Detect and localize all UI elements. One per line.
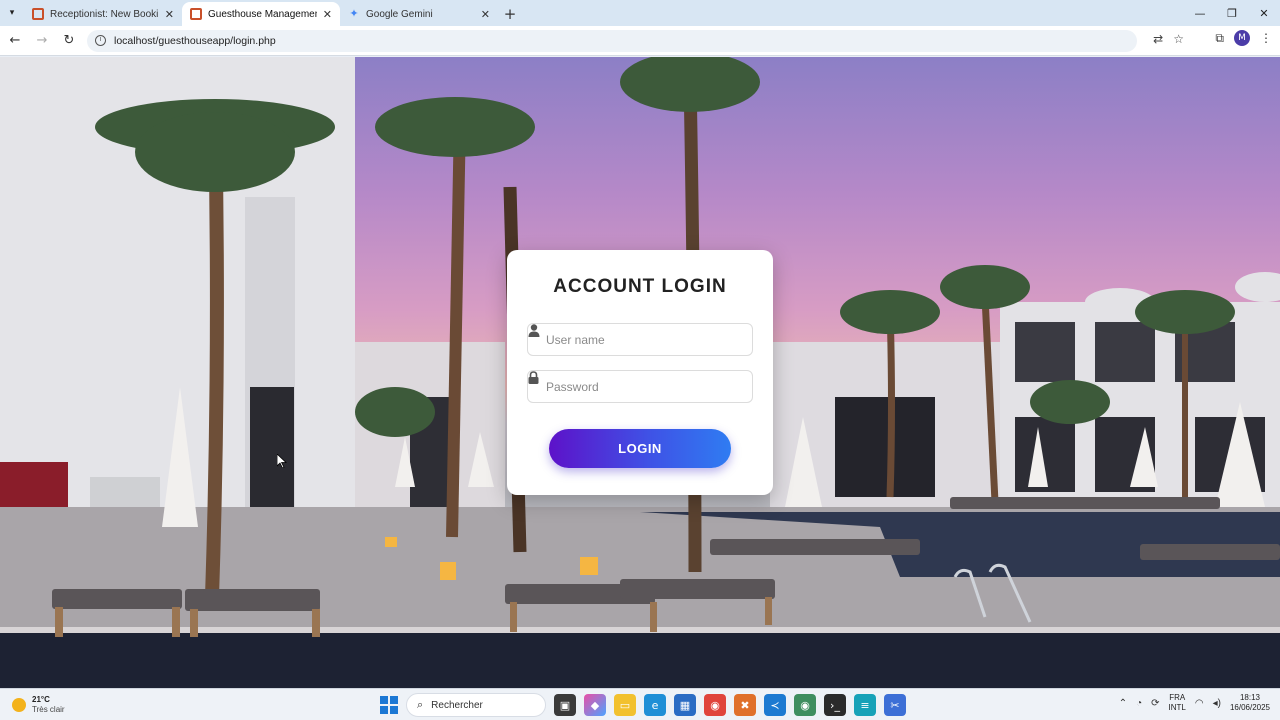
tab-title: Guesthouse Management - Login bbox=[208, 8, 317, 20]
weather-widget[interactable]: 21°C Très clair bbox=[12, 695, 65, 715]
address-bar[interactable]: i localhost/guesthouseapp/login.php bbox=[87, 29, 1137, 52]
login-card: ACCOUNT LOGIN LOGIN bbox=[507, 250, 773, 495]
meet-now-icon[interactable]: ◔ bbox=[1136, 698, 1142, 709]
password-field[interactable] bbox=[527, 370, 753, 403]
weather-description: Très clair bbox=[32, 705, 65, 714]
url-text: localhost/guesthouseapp/login.php bbox=[114, 34, 276, 47]
language-indicator[interactable]: FRA INTL bbox=[1169, 693, 1186, 713]
windows-start-icon[interactable] bbox=[380, 696, 398, 714]
chevron-up-icon[interactable]: ⌃ bbox=[1119, 698, 1127, 709]
browser-toolbar: ← → ↻ i localhost/guesthouseapp/login.ph… bbox=[0, 26, 1280, 56]
task-view-icon[interactable]: ▣ bbox=[554, 694, 576, 716]
username-field[interactable] bbox=[527, 323, 753, 356]
mouse-cursor-icon bbox=[277, 454, 287, 468]
keyboard-layout: INTL bbox=[1168, 703, 1186, 712]
tab-google-gemini[interactable]: ✦ Google Gemini ✕ bbox=[340, 2, 498, 26]
edge-icon[interactable]: e bbox=[644, 694, 666, 716]
chrome-profile-icon[interactable]: ◉ bbox=[794, 694, 816, 716]
store-icon[interactable]: ▦ bbox=[674, 694, 696, 716]
user-icon bbox=[528, 324, 540, 337]
tab-title: Receptionist: New Booking - Gu bbox=[50, 8, 159, 20]
tab-title: Google Gemini bbox=[366, 8, 433, 20]
forward-arrow-icon[interactable]: → bbox=[30, 29, 54, 53]
clock[interactable]: 18:13 16/06/2025 bbox=[1230, 693, 1270, 713]
minimize-icon[interactable]: — bbox=[1184, 0, 1216, 26]
clock-time: 18:13 bbox=[1239, 693, 1260, 702]
clock-date: 16/06/2025 bbox=[1229, 703, 1270, 712]
windows-taskbar: 21°C Très clair ⌕ Rechercher ▣ ◆ ▭ e ▦ ◉… bbox=[0, 688, 1280, 720]
taskbar-apps: ⌕ Rechercher ▣ ◆ ▭ e ▦ ◉ ✖ ≺ ◉ ›_ ≡ ✂ bbox=[380, 693, 906, 717]
extensions-icon[interactable]: ⧉ bbox=[1215, 31, 1224, 46]
taskbar-search-box[interactable]: ⌕ Rechercher bbox=[406, 693, 546, 717]
xampp-icon[interactable]: ✖ bbox=[734, 694, 756, 716]
profile-avatar[interactable]: M bbox=[1234, 30, 1250, 46]
tab-search-icon[interactable]: ▾ bbox=[0, 0, 24, 26]
close-tab-icon[interactable]: ✕ bbox=[165, 8, 174, 21]
username-input[interactable] bbox=[546, 332, 726, 347]
window-controls: — ❐ ✕ bbox=[1184, 0, 1280, 26]
tab-guesthouse-login[interactable]: Guesthouse Management - Login ✕ bbox=[182, 2, 340, 26]
weather-sun-icon bbox=[12, 698, 26, 712]
file-explorer-icon[interactable]: ▭ bbox=[614, 694, 636, 716]
reload-icon[interactable]: ↻ bbox=[57, 29, 81, 53]
xampp-icon bbox=[32, 8, 44, 20]
browser-tabstrip: ▾ Receptionist: New Booking - Gu ✕ Guest… bbox=[0, 0, 1280, 26]
lock-icon bbox=[528, 371, 539, 384]
password-input[interactable] bbox=[546, 379, 726, 394]
copilot-icon[interactable]: ◆ bbox=[584, 694, 606, 716]
close-tab-icon[interactable]: ✕ bbox=[323, 8, 332, 21]
new-tab-button[interactable]: + bbox=[498, 2, 522, 26]
xampp-icon bbox=[190, 8, 202, 20]
close-tab-icon[interactable]: ✕ bbox=[481, 8, 490, 21]
maximize-icon[interactable]: ❐ bbox=[1216, 0, 1248, 26]
back-arrow-icon[interactable]: ← bbox=[3, 29, 27, 53]
weather-temperature: 21°C bbox=[32, 695, 50, 704]
terminal-icon[interactable]: ›_ bbox=[824, 694, 846, 716]
translate-icon[interactable]: ⇄ bbox=[1153, 32, 1163, 46]
vscode-icon[interactable]: ≺ bbox=[764, 694, 786, 716]
background-hotel-pool-image: ACCOUNT LOGIN LOGIN bbox=[0, 57, 1280, 688]
login-title: ACCOUNT LOGIN bbox=[553, 276, 727, 297]
login-button[interactable]: LOGIN bbox=[549, 429, 731, 468]
volume-icon[interactable]: ◂) bbox=[1213, 698, 1221, 709]
close-window-icon[interactable]: ✕ bbox=[1248, 0, 1280, 26]
snipping-tool-icon[interactable]: ✂ bbox=[884, 694, 906, 716]
wifi-icon[interactable]: ◠ bbox=[1195, 698, 1204, 709]
search-icon: ⌕ bbox=[417, 698, 424, 711]
notepad-icon[interactable]: ≡ bbox=[854, 694, 876, 716]
sync-icon[interactable]: ⟳ bbox=[1151, 698, 1159, 709]
system-tray: ⌃ ◔ ⟳ FRA INTL ◠ ◂) 18:13 16/06/2025 bbox=[1119, 693, 1270, 713]
search-placeholder: Rechercher bbox=[431, 699, 483, 711]
tab-new-booking[interactable]: Receptionist: New Booking - Gu ✕ bbox=[24, 2, 182, 26]
language-code: FRA bbox=[1169, 693, 1186, 702]
site-info-icon[interactable]: i bbox=[95, 35, 106, 46]
bookmark-star-icon[interactable]: ☆ bbox=[1173, 32, 1184, 46]
gemini-icon: ✦ bbox=[349, 8, 359, 20]
browser-menu-icon[interactable]: ⋮ bbox=[1260, 31, 1272, 45]
chrome-icon[interactable]: ◉ bbox=[704, 694, 726, 716]
